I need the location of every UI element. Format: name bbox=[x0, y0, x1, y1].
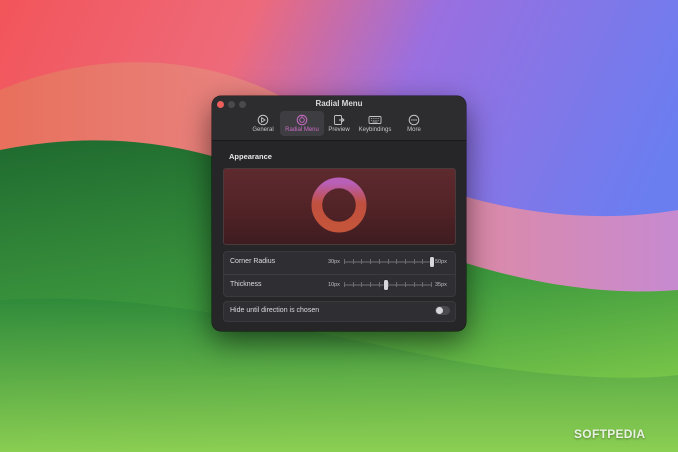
slider-tick bbox=[370, 259, 372, 264]
preferences-toolbar: General Radial Menu Preview Keybindings … bbox=[212, 111, 466, 137]
slider-tick bbox=[361, 259, 363, 264]
gauge-icon bbox=[257, 114, 269, 126]
thickness-slider[interactable] bbox=[344, 280, 432, 290]
thickness-min-label: 10px bbox=[328, 282, 340, 288]
slider-tick bbox=[361, 282, 363, 287]
hide-until-direction-label: Hide until direction is chosen bbox=[230, 307, 320, 314]
hide-until-direction-toggle[interactable] bbox=[435, 306, 450, 315]
corner-radius-slider[interactable] bbox=[344, 257, 434, 267]
tab-more[interactable]: More bbox=[400, 111, 428, 136]
tab-keybindings[interactable]: Keybindings bbox=[355, 111, 395, 136]
tab-preview[interactable]: Preview bbox=[325, 111, 353, 136]
preview-icon bbox=[334, 115, 345, 125]
slider-tick bbox=[370, 282, 372, 287]
toggle-knob bbox=[436, 307, 443, 314]
thickness-slider-thumb[interactable] bbox=[384, 280, 389, 290]
appearance-heading: Appearance bbox=[229, 152, 272, 161]
radial-ring-preview bbox=[311, 177, 367, 233]
preferences-content: Appearance Corner Radius 30px 50px Thick… bbox=[212, 141, 466, 331]
window-title: Radial Menu bbox=[315, 99, 363, 108]
slider-tick bbox=[431, 282, 432, 287]
slider-tick bbox=[352, 259, 354, 264]
appearance-sliders-panel: Corner Radius 30px 50px Thickness 10px 3… bbox=[223, 251, 456, 297]
radial-menu-icon bbox=[296, 114, 308, 126]
slider-tick bbox=[413, 282, 415, 287]
slider-tick bbox=[387, 259, 389, 264]
radial-menu-preview bbox=[223, 168, 456, 245]
thickness-max-label: 35px bbox=[435, 282, 447, 288]
slider-tick bbox=[396, 282, 398, 287]
slider-tick bbox=[404, 282, 406, 287]
slider-tick bbox=[352, 282, 354, 287]
window-titlebar: Radial Menu General Radial Menu Preview … bbox=[212, 96, 466, 141]
tab-keybindings-label: Keybindings bbox=[358, 127, 392, 133]
corner-radius-max-label: 50px bbox=[435, 259, 447, 265]
softpedia-watermark: SOFTPEDIA bbox=[574, 427, 646, 441]
tab-more-label: More bbox=[407, 127, 421, 133]
slider-tick bbox=[413, 259, 415, 264]
slider-tick bbox=[422, 282, 424, 287]
ellipsis-icon bbox=[408, 114, 420, 126]
slider-tick bbox=[404, 259, 406, 264]
thickness-label: Thickness bbox=[230, 281, 262, 288]
corner-radius-row: Corner Radius 30px 50px bbox=[224, 252, 455, 274]
slider-tick bbox=[378, 282, 380, 287]
tab-radial-menu-label: Radial Menu bbox=[285, 127, 319, 133]
keyboard-icon bbox=[368, 116, 382, 124]
tab-general-label: General bbox=[252, 127, 274, 133]
corner-radius-slider-thumb[interactable] bbox=[430, 257, 434, 267]
tab-preview-label: Preview bbox=[328, 127, 350, 133]
slider-tick bbox=[396, 259, 398, 264]
thickness-row: Thickness 10px 35px bbox=[224, 274, 455, 297]
tab-general[interactable]: General bbox=[247, 111, 279, 136]
radial-menu-window: Radial Menu General Radial Menu Preview … bbox=[212, 96, 466, 331]
slider-tick bbox=[422, 259, 424, 264]
tab-radial-menu[interactable]: Radial Menu bbox=[280, 111, 324, 136]
slider-tick bbox=[344, 259, 345, 264]
hide-until-direction-panel: Hide until direction is chosen bbox=[223, 301, 456, 322]
corner-radius-min-label: 30px bbox=[328, 259, 340, 265]
slider-tick bbox=[378, 259, 380, 264]
slider-tick bbox=[344, 282, 345, 287]
corner-radius-label: Corner Radius bbox=[230, 258, 276, 265]
